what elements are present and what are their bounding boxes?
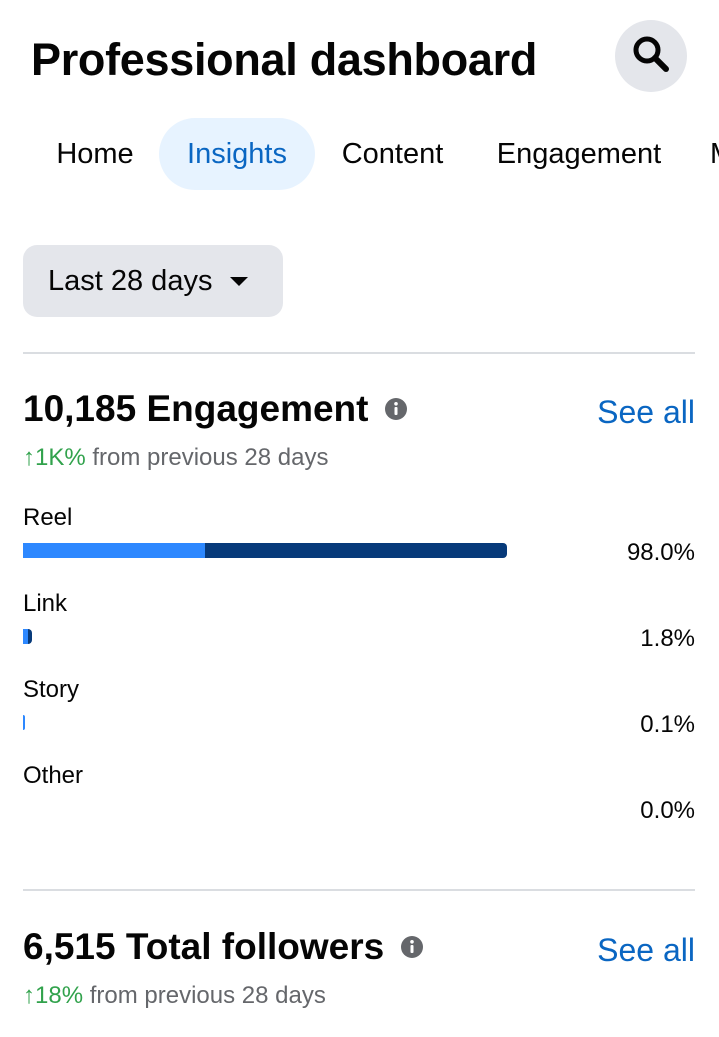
engagement-title: 10,185 Engagement bbox=[23, 388, 369, 429]
tab-home[interactable]: Home bbox=[31, 118, 159, 190]
info-icon[interactable] bbox=[400, 935, 424, 959]
delta-text: from previous 28 days bbox=[83, 982, 326, 1009]
breakdown-percent-story: 0.1% bbox=[640, 711, 695, 738]
followers-title: 6,515 Total followers bbox=[23, 926, 385, 967]
breakdown-percent-other: 0.0% bbox=[640, 797, 695, 824]
tab-bar: Home Insights Content Engagement M bbox=[0, 118, 719, 190]
breakdown-bar-link bbox=[23, 629, 32, 644]
date-range-dropdown[interactable]: Last 28 days bbox=[23, 245, 283, 317]
breakdown-bar-story bbox=[23, 715, 25, 730]
engagement-delta: ↑1K% from previous 28 days bbox=[23, 444, 328, 472]
bar-segment-light bbox=[23, 543, 205, 558]
info-icon[interactable] bbox=[384, 397, 408, 421]
delta-text: from previous 28 days bbox=[85, 444, 329, 471]
breakdown-label-other: Other bbox=[23, 762, 84, 789]
delta-value: ↑18% bbox=[23, 982, 84, 1009]
followers-delta: ↑18% from previous 28 days bbox=[23, 982, 326, 1010]
page-title: Professional dashboard bbox=[31, 34, 538, 85]
bar-segment-dark bbox=[205, 543, 507, 558]
tab-content[interactable]: Content bbox=[315, 118, 470, 190]
bar-segment-light bbox=[23, 715, 25, 730]
date-range-label: Last 28 days bbox=[48, 264, 213, 297]
breakdown-label-reel: Reel bbox=[23, 504, 73, 531]
tab-engagement[interactable]: Engagement bbox=[470, 118, 688, 190]
divider bbox=[23, 889, 695, 891]
breakdown-percent-reel: 98.0% bbox=[626, 539, 695, 566]
caret-down-icon bbox=[230, 276, 249, 286]
delta-value: ↑1K% bbox=[23, 444, 86, 471]
bar-segment-dark bbox=[28, 629, 32, 644]
divider bbox=[23, 352, 695, 354]
search-button[interactable] bbox=[615, 20, 687, 92]
engagement-title-row: 10,185 Engagement bbox=[23, 388, 408, 430]
breakdown-label-link: Link bbox=[23, 590, 68, 617]
breakdown-bar-reel bbox=[23, 543, 507, 558]
header: Professional dashboard bbox=[0, 0, 719, 110]
tab-insights[interactable]: Insights bbox=[159, 118, 315, 190]
followers-title-row: 6,515 Total followers bbox=[23, 926, 424, 968]
search-icon bbox=[631, 34, 671, 79]
engagement-see-all-link[interactable]: See all bbox=[597, 394, 695, 431]
tab-more[interactable]: M bbox=[698, 118, 719, 190]
followers-see-all-link[interactable]: See all bbox=[597, 932, 695, 969]
breakdown-percent-link: 1.8% bbox=[640, 625, 695, 652]
breakdown-label-story: Story bbox=[23, 676, 80, 703]
